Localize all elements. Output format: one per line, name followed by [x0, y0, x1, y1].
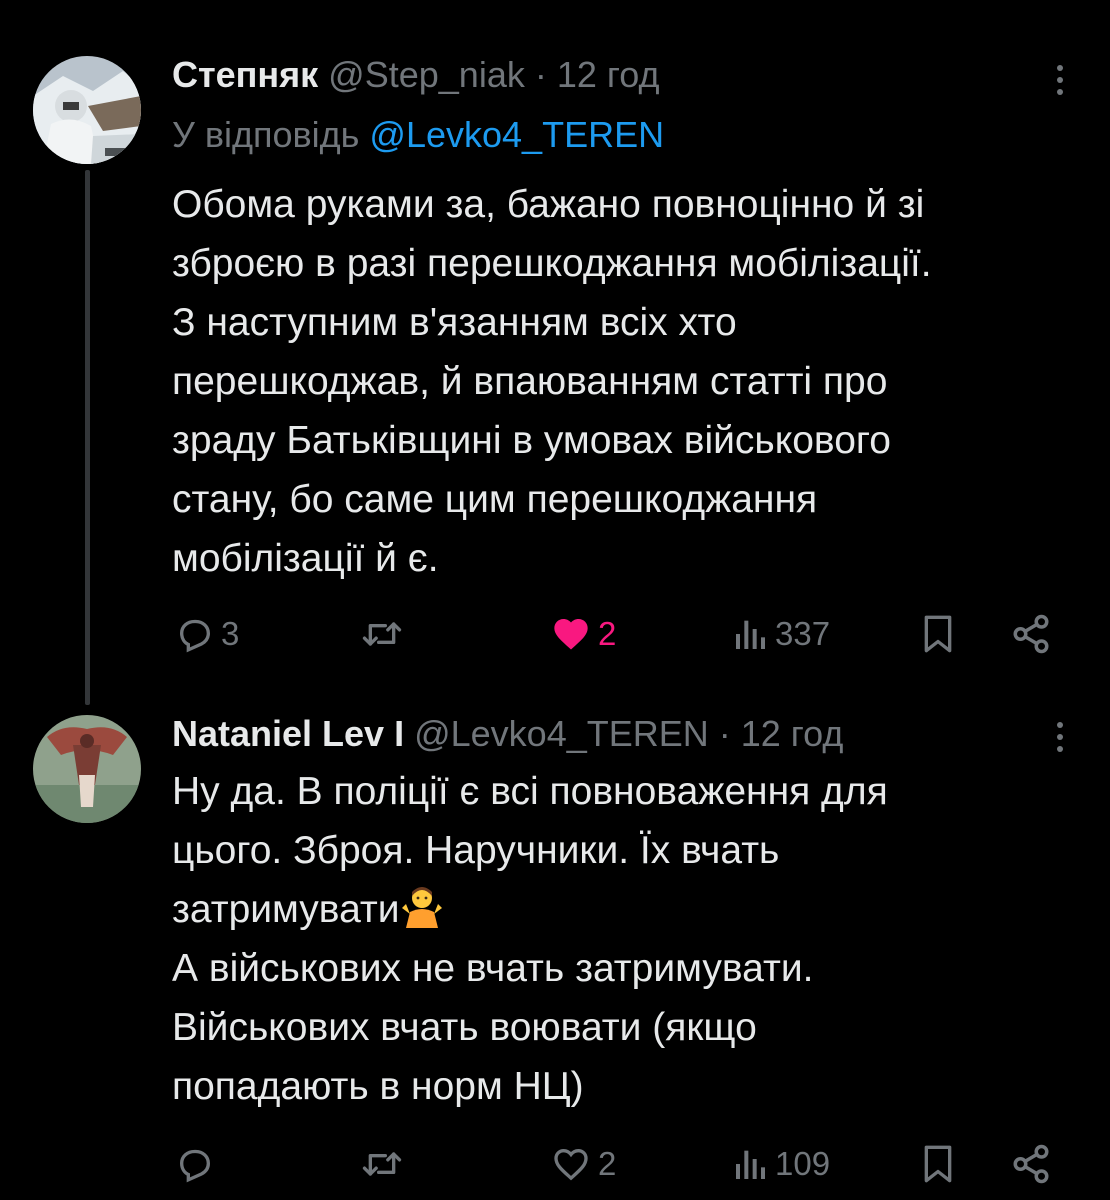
like-button[interactable]: 2 [550, 604, 616, 664]
repost-icon [362, 622, 402, 646]
heart-outline-icon [554, 1148, 588, 1181]
text-segment: затримувати [172, 888, 400, 931]
tweet-stepniak[interactable]: Степняк @Step_niak · 12 год У відповідь … [0, 0, 1110, 705]
display-name[interactable]: Степняк [172, 50, 318, 100]
text-line: зброєю в разі перешкоджання мобілізації. [172, 242, 932, 285]
bookmark-icon [924, 1145, 952, 1183]
reply-to-line: У відповідь @Levko4_TEREN [172, 110, 664, 160]
views-count: 109 [775, 1145, 831, 1182]
user-handle[interactable]: @Levko4_TEREN [414, 709, 709, 759]
text-line: А військових не вчать затримувати. [172, 947, 814, 990]
reply-prefix: У відповідь [172, 114, 360, 155]
like-count: 2 [598, 1145, 617, 1182]
more-icon[interactable] [1040, 717, 1080, 757]
tweet-header: Nataniel Lev I @Levko4_TEREN · 12 год [172, 709, 843, 759]
text-line: Обома руками за, бажано повноцінно й зі [172, 183, 925, 226]
text-line-with-emoji: затримувати [172, 880, 1072, 939]
like-count: 2 [598, 615, 617, 652]
repost-button[interactable] [360, 604, 410, 664]
share-icon [1013, 614, 1049, 654]
share-button[interactable] [1010, 604, 1052, 664]
text-line: Ну да. В поліції є всі повноваження для [172, 770, 888, 813]
like-button[interactable]: 2 [550, 1134, 616, 1194]
separator-dot: · [534, 54, 547, 95]
more-icon[interactable] [1040, 60, 1080, 100]
text-line: мобілізації й є. [172, 537, 439, 580]
reply-icon [179, 619, 211, 653]
text-line: цього. Зброя. Наручники. Їх вчать [172, 829, 780, 872]
text-line: зраду Батьківщині в умовах військового [172, 419, 891, 462]
text-line: перешкоджав, й впаюванням статті про [172, 360, 888, 403]
tweet-nataniel[interactable]: Nataniel Lev I @Levko4_TEREN · 12 год Ну… [0, 700, 1110, 1200]
bookmark-icon [924, 615, 952, 653]
text-line: З наступним в'язанням всіх хто [172, 301, 737, 344]
text-line: попадають в норм НЦ) [172, 1065, 584, 1108]
reply-icon [179, 1149, 211, 1183]
tweet-text: Обома руками за, бажано повноцінно й зі … [172, 175, 1072, 588]
display-name[interactable]: Nataniel Lev I [172, 709, 404, 759]
repost-icon [362, 1152, 402, 1176]
avatar[interactable] [33, 56, 141, 164]
reply-mention-link[interactable]: @Levko4_TEREN [369, 114, 664, 155]
repost-button[interactable] [360, 1134, 410, 1194]
shrug-emoji-icon [401, 887, 442, 928]
bookmark-button[interactable] [918, 1134, 958, 1194]
reply-button[interactable] [175, 1134, 221, 1194]
share-button[interactable] [1010, 1134, 1052, 1194]
reply-button[interactable]: 3 [175, 604, 239, 664]
tweet-header: Степняк @Step_niak · 12 год [172, 50, 659, 100]
text-line: Військових вчать воювати (якщо [172, 1006, 757, 1049]
views-icon [736, 1150, 765, 1179]
tweet-text: Ну да. В поліції є всі повноваження для … [172, 762, 1072, 1116]
timestamp[interactable]: 12 год [741, 709, 844, 759]
timestamp[interactable]: 12 год [557, 50, 660, 100]
user-handle[interactable]: @Step_niak [328, 50, 525, 100]
views-button[interactable]: 337 [733, 604, 830, 664]
views-count: 337 [775, 615, 831, 652]
heart-filled-icon [554, 619, 588, 650]
views-button[interactable]: 109 [733, 1134, 830, 1194]
avatar[interactable] [33, 715, 141, 823]
action-bar: 3 2 337 [0, 604, 1110, 664]
views-icon [736, 620, 765, 649]
separator-dot: · [718, 713, 731, 754]
share-icon [1013, 1144, 1049, 1184]
reply-count: 3 [221, 615, 240, 652]
action-bar: 2 109 [0, 1134, 1110, 1194]
bookmark-button[interactable] [918, 604, 958, 664]
text-line: стану, бо саме цим перешкоджання [172, 478, 818, 521]
